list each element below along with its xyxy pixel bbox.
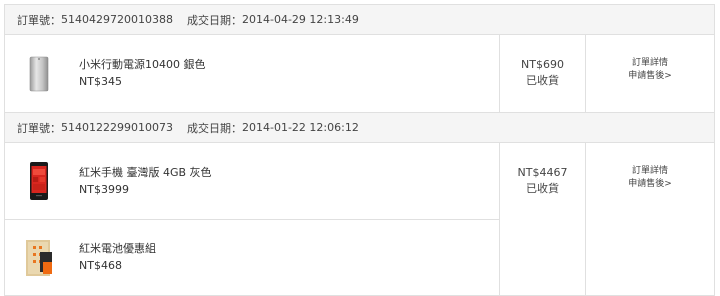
item-info: 紅米電池優惠組 NT$468	[79, 241, 156, 274]
item-info: 紅米手機 臺灣版 4GB 灰色 NT$3999	[79, 165, 212, 198]
item-price: NT$345	[79, 75, 122, 88]
order-total: NT$4467	[517, 166, 568, 179]
item-price: NT$3999	[79, 182, 129, 196]
item-info: 小米行動電源10400 銀色 NT$345	[79, 57, 206, 90]
order-number: 5140429720010388	[61, 13, 173, 26]
order-number: 5140122299010073	[61, 121, 173, 134]
battery-pack-icon[interactable]	[24, 236, 54, 280]
order-date: 2014-01-22 12:06:12	[241, 121, 359, 134]
order-card: 訂單號： 5140429720010388 成交日期： 2014-04-29 1…	[4, 4, 715, 113]
order-items: 小米行動電源10400 銀色 NT$345	[5, 35, 500, 112]
order-detail-link[interactable]: 訂單詳情	[632, 57, 668, 70]
item-price: NT$468	[79, 259, 122, 272]
order-body: 小米行動電源10400 銀色 NT$345 NT$690 已收貨 訂單詳情 申請…	[5, 35, 714, 112]
order-list: 訂單號： 5140429720010388 成交日期： 2014-04-29 1…	[4, 4, 715, 296]
order-card: 訂單號： 5140122299010073 成交日期： 2014-01-22 1…	[4, 113, 715, 296]
order-date-label: 成交日期：	[186, 121, 242, 135]
order-date: 2014-04-29 12:13:49	[241, 13, 359, 26]
order-status: 已收貨	[526, 74, 559, 87]
order-header: 訂單號： 5140122299010073 成交日期： 2014-01-22 1…	[5, 113, 714, 143]
order-body: 紅米手機 臺灣版 4GB 灰色 NT$3999 紅米電池優惠組 NT$468 N…	[5, 143, 714, 295]
item-name[interactable]: 小米行動電源10400 銀色	[79, 57, 206, 73]
order-status: 已收貨	[526, 182, 559, 195]
order-actions: 訂單詳情 申請售後>	[586, 35, 714, 112]
order-number-label: 訂單號：	[17, 13, 61, 27]
order-detail-link[interactable]: 訂單詳情	[632, 165, 668, 178]
order-date-label: 成交日期：	[186, 13, 242, 27]
order-item: 小米行動電源10400 銀色 NT$345	[5, 35, 499, 112]
order-number-label: 訂單號：	[17, 121, 61, 135]
after-sale-link[interactable]: 申請售後>	[628, 178, 672, 191]
after-sale-link[interactable]: 申請售後>	[628, 70, 672, 83]
order-total-column: NT$690 已收貨	[500, 35, 586, 112]
item-name[interactable]: 紅米手機 臺灣版 4GB 灰色	[79, 165, 212, 181]
item-name[interactable]: 紅米電池優惠組	[79, 241, 156, 257]
order-actions: 訂單詳情 申請售後>	[586, 143, 714, 295]
order-item: 紅米手機 臺灣版 4GB 灰色 NT$3999	[5, 143, 499, 219]
order-total: NT$690	[521, 58, 564, 71]
order-total-column: NT$4467 已收貨	[500, 143, 586, 295]
order-item: 紅米電池優惠組 NT$468	[5, 219, 499, 295]
order-items: 紅米手機 臺灣版 4GB 灰色 NT$3999 紅米電池優惠組 NT$468	[5, 143, 500, 295]
power-bank-icon[interactable]	[24, 52, 54, 96]
phone-icon[interactable]	[24, 159, 54, 203]
order-header: 訂單號： 5140429720010388 成交日期： 2014-04-29 1…	[5, 5, 714, 35]
